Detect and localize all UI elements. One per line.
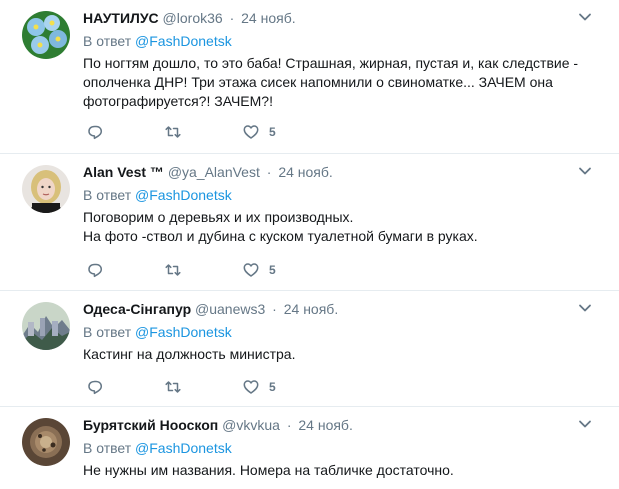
reply-icon: [88, 380, 103, 395]
reply-button[interactable]: [86, 378, 164, 396]
tweet-actions: 5: [86, 122, 276, 142]
retweet-icon: [165, 126, 181, 138]
tweet-header: Одеса-Сінгапур @uanews3 · 24 нояб.: [83, 300, 599, 318]
reply-prefix: В ответ: [83, 33, 132, 49]
reply-feed: НАУТИЛУС @lorok36 · 24 нояб. В ответ @Fa…: [0, 0, 619, 489]
tweet-text: По ногтям дошло, то это баба! Страшная, …: [83, 54, 599, 111]
like-count: 5: [269, 380, 276, 394]
avatar-image: [22, 302, 70, 350]
reply-prefix: В ответ: [83, 440, 132, 456]
avatar[interactable]: [22, 165, 70, 213]
reply-button[interactable]: [86, 123, 164, 141]
chevron-down-icon[interactable]: [576, 299, 594, 317]
avatar-image: [22, 418, 70, 466]
avatar-image: [22, 11, 70, 59]
author-handle[interactable]: @uanews3: [195, 301, 265, 317]
like-count: 5: [269, 125, 276, 139]
tweet-item[interactable]: НАУТИЛУС @lorok36 · 24 нояб. В ответ @Fa…: [0, 0, 619, 154]
reply-to-link[interactable]: @FashDonetsk: [135, 33, 232, 49]
tweet-date[interactable]: 24 нояб.: [241, 10, 295, 26]
reply-context: В ответ @FashDonetsk: [83, 32, 599, 50]
chevron-down-icon[interactable]: [576, 162, 594, 180]
reply-to-link[interactable]: @FashDonetsk: [135, 324, 232, 340]
reply-icon: [88, 263, 103, 278]
retweet-icon: [165, 264, 181, 276]
tweet-item[interactable]: Бурятский Нооскоп @vkvkua · 24 нояб. В о…: [0, 407, 619, 489]
tweet-actions: 5: [86, 377, 276, 397]
author-name[interactable]: Alan Vest ™: [83, 164, 164, 180]
author-handle[interactable]: @vkvkua: [222, 417, 280, 433]
tweet-date[interactable]: 24 нояб.: [284, 301, 338, 317]
tweet-item[interactable]: Alan Vest ™ @ya_AlanVest · 24 нояб. В от…: [0, 154, 619, 291]
tweet-date[interactable]: 24 нояб.: [298, 417, 352, 433]
retweet-button[interactable]: [164, 261, 242, 279]
like-button[interactable]: 5: [242, 378, 276, 396]
tweet-text-line: На фото -ствол и дубина с куском туалетн…: [83, 228, 478, 244]
reply-button[interactable]: [86, 261, 164, 279]
chevron-down-icon[interactable]: [576, 8, 594, 26]
reply-prefix: В ответ: [83, 187, 132, 203]
retweet-button[interactable]: [164, 378, 242, 396]
reply-context: В ответ @FashDonetsk: [83, 323, 599, 341]
retweet-button[interactable]: [164, 123, 242, 141]
avatar[interactable]: [22, 418, 70, 466]
tweet-header: Бурятский Нооскоп @vkvkua · 24 нояб.: [83, 416, 599, 434]
chevron-down-icon[interactable]: [576, 415, 594, 433]
tweet-item[interactable]: Одеса-Сінгапур @uanews3 · 24 нояб. В отв…: [0, 291, 619, 407]
separator-dot: ·: [229, 10, 235, 26]
tweet-text-line: Кастинг на должность министра.: [83, 346, 296, 362]
tweet-header: НАУТИЛУС @lorok36 · 24 нояб.: [83, 9, 599, 27]
reply-context: В ответ @FashDonetsk: [83, 186, 599, 204]
author-name[interactable]: НАУТИЛУС: [83, 10, 159, 26]
like-count: 5: [269, 263, 276, 277]
separator-dot: ·: [272, 301, 277, 317]
reply-context: В ответ @FashDonetsk: [83, 439, 599, 457]
avatar-image: [22, 165, 70, 213]
tweet-text-line: По ногтям дошло, то это баба! Страшная, …: [83, 55, 579, 71]
tweet-text-line: фотографируется?! ЗАЧЕМ?!: [83, 93, 273, 109]
tweet-actions: 5: [86, 260, 276, 280]
tweet-text: Кастинг на должность министра.: [83, 345, 599, 364]
tweet-header: Alan Vest ™ @ya_AlanVest · 24 нояб.: [83, 163, 599, 181]
tweet-text-line: ополченка ДНР! Три этажа сисек напомнили…: [83, 74, 553, 90]
reply-to-link[interactable]: @FashDonetsk: [135, 440, 232, 456]
author-handle[interactable]: @lorok36: [163, 10, 223, 26]
reply-prefix: В ответ: [83, 324, 132, 340]
avatar[interactable]: [22, 11, 70, 59]
tweet-date[interactable]: 24 нояб.: [278, 164, 332, 180]
reply-icon: [88, 125, 103, 140]
retweet-icon: [165, 381, 181, 393]
avatar[interactable]: [22, 302, 70, 350]
reply-to-link[interactable]: @FashDonetsk: [135, 187, 232, 203]
tweet-text-line: Поговорим о деревьях и их производных.: [83, 209, 354, 225]
tweet-text-line: Не нужны им названия. Номера на табличке…: [83, 462, 454, 478]
separator-dot: ·: [266, 164, 272, 180]
author-handle[interactable]: @ya_AlanVest: [168, 164, 260, 180]
separator-dot: ·: [286, 417, 292, 433]
like-button[interactable]: 5: [242, 261, 276, 279]
heart-icon: [243, 125, 259, 139]
like-button[interactable]: 5: [242, 123, 276, 141]
heart-icon: [243, 263, 259, 277]
heart-icon: [243, 380, 259, 394]
author-name[interactable]: Бурятский Нооскоп: [83, 417, 218, 433]
tweet-text: Не нужны им названия. Номера на табличке…: [83, 461, 599, 480]
tweet-text: Поговорим о деревьях и их производных. Н…: [83, 208, 599, 246]
author-name[interactable]: Одеса-Сінгапур: [83, 301, 191, 317]
